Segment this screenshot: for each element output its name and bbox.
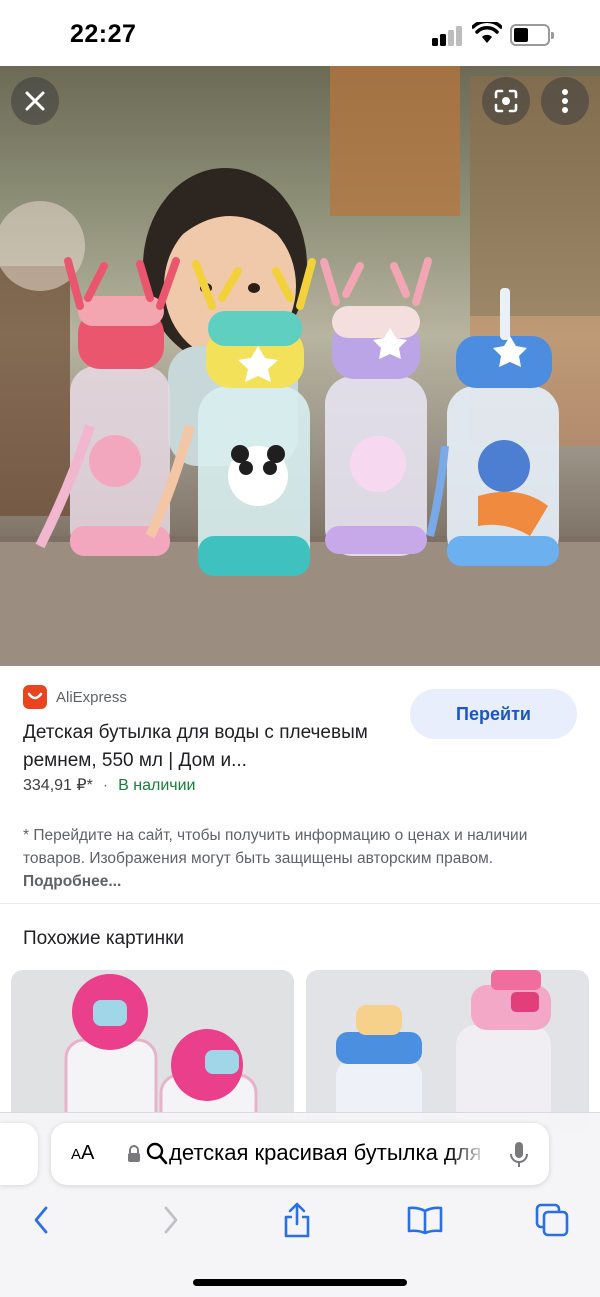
aa-small-letter: A <box>71 1146 82 1163</box>
address-bar[interactable]: AA детская красивая бутылка для воды <box>51 1123 549 1185</box>
home-indicator[interactable] <box>193 1279 407 1286</box>
url-text[interactable]: детская красивая бутылка для воды <box>169 1140 487 1166</box>
more-vertical-icon <box>562 89 568 113</box>
disclaimer-text: * Перейдите на сайт, чтобы получить инфо… <box>23 827 528 867</box>
microphone-icon[interactable] <box>509 1141 529 1169</box>
similar-image-thumbnail[interactable] <box>306 970 589 1130</box>
forward-button[interactable] <box>151 1200 191 1240</box>
disclaimer: * Перейдите на сайт, чтобы получить инфо… <box>23 824 573 893</box>
status-time: 22:27 <box>70 20 137 48</box>
visit-button[interactable]: Перейти <box>410 689 577 739</box>
source-name[interactable]: AliExpress <box>56 689 127 706</box>
product-title[interactable]: Детская бутылка для воды с плечевым ремн… <box>23 719 393 775</box>
lens-icon <box>494 89 518 113</box>
battery-icon <box>510 24 554 46</box>
previous-tab-peek[interactable] <box>0 1123 38 1185</box>
lock-icon <box>128 1145 140 1162</box>
close-icon <box>25 91 45 111</box>
learn-more-link[interactable]: Подробнее... <box>23 873 121 890</box>
similar-images-title: Похожие картинки <box>23 928 184 949</box>
close-button[interactable] <box>11 77 59 125</box>
forward-icon <box>164 1206 178 1234</box>
wifi-icon <box>472 22 502 43</box>
status-bar: 22:27 <box>0 0 600 66</box>
aa-big-letter: A <box>81 1142 95 1164</box>
cellular-signal-icon <box>432 26 464 46</box>
search-icon <box>146 1142 168 1165</box>
share-icon <box>284 1202 310 1238</box>
share-button[interactable] <box>277 1200 317 1240</box>
back-icon <box>34 1206 48 1234</box>
bookmarks-icon <box>407 1206 443 1235</box>
thumbnail-photo <box>336 970 551 1130</box>
thumbnail-photo <box>64 974 258 1130</box>
aliexpress-logo-icon <box>23 685 47 709</box>
battery-level <box>514 28 528 42</box>
more-options-button[interactable] <box>541 77 589 125</box>
tabs-icon <box>535 1203 569 1237</box>
lens-button[interactable] <box>482 77 530 125</box>
product-photo <box>0 66 600 666</box>
similar-image-thumbnail[interactable] <box>11 970 294 1130</box>
back-button[interactable] <box>21 1200 61 1240</box>
stock-status: В наличии <box>118 777 196 794</box>
product-image[interactable] <box>0 66 600 666</box>
divider <box>0 903 600 904</box>
separator-dot: · <box>102 777 109 794</box>
bookmarks-button[interactable] <box>405 1200 445 1240</box>
price-row: 334,91 ₽* · В наличии <box>23 775 195 795</box>
reader-settings-button[interactable]: AA <box>71 1142 94 1165</box>
tabs-button[interactable] <box>532 1200 572 1240</box>
price: 334,91 ₽* <box>23 777 93 794</box>
